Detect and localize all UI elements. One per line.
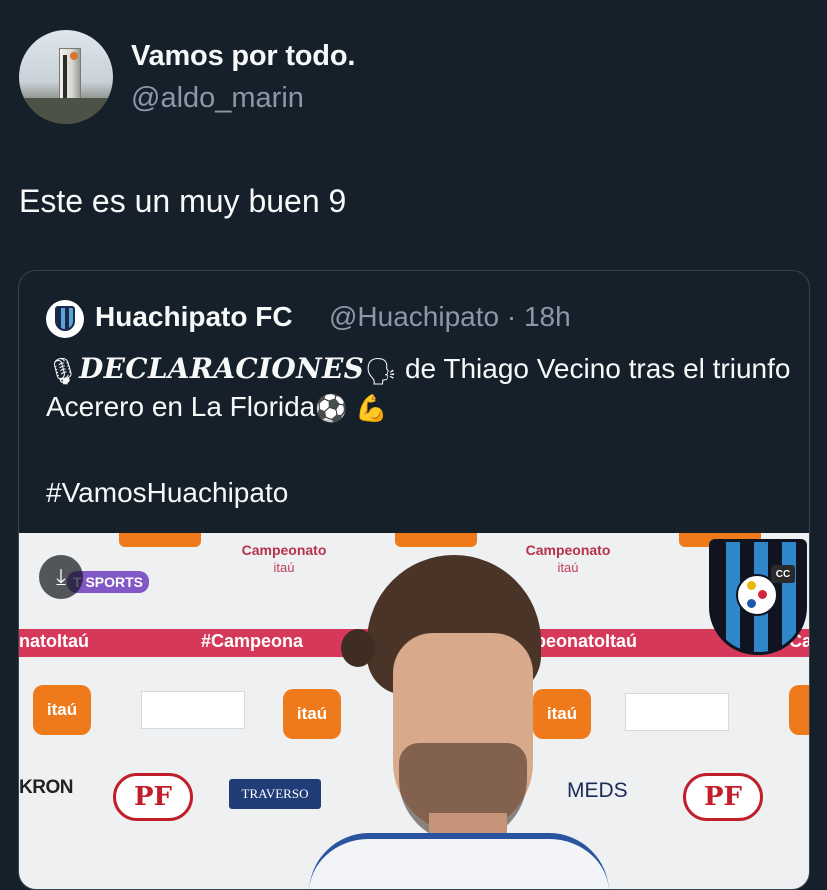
pf-logo: PF <box>113 773 193 821</box>
flexed-biceps-emoji-icon: 💪 <box>355 393 388 424</box>
club-crest-icon <box>55 306 75 331</box>
tweet-text: Este es un muy buen 9 <box>19 183 347 219</box>
closed-captions-badge: CC <box>771 565 795 583</box>
declaraciones-text: DECLARACIONES <box>79 352 365 385</box>
author-avatar[interactable] <box>19 30 113 124</box>
band-text: natoItaú <box>19 631 89 651</box>
campeonato-itau-sign: Campeonato itaú <box>241 542 327 575</box>
tweet: Vamos por todo. @aldo_marin Este es un m… <box>0 0 827 890</box>
author-display-name[interactable]: Vamos por todo. <box>131 40 355 73</box>
microphone-emoji-icon: 🎙 <box>46 355 80 386</box>
itau-logo-top <box>395 533 477 547</box>
campeonato-badge <box>141 691 245 729</box>
quoted-author-display-name[interactable]: Huachipato FC <box>95 301 293 333</box>
soccer-ball-emoji-icon: ⚽ <box>315 393 348 424</box>
campeonato-itau-sign: Campeonato itaú <box>525 542 611 575</box>
quoted-author-avatar[interactable] <box>46 300 84 338</box>
quoted-tweet-text: 🎙DECLARACIONES🗣 de Thiago Vecino tras el… <box>46 351 796 426</box>
campeonato-badge <box>625 693 729 731</box>
meds-logo: MEDS <box>567 779 628 802</box>
itau-logo: itaú <box>533 689 591 739</box>
speaking-head-emoji-icon: 🗣 <box>364 355 398 386</box>
download-icon[interactable]: ⤓ <box>39 555 83 599</box>
quoted-tweet-card[interactable]: Huachipato FC @Huachipato · 18h 🎙DECLARA… <box>18 270 810 890</box>
band-text: #Campeona <box>201 631 304 651</box>
traverso-logo: TRAVERSO <box>229 779 321 809</box>
itau-logo: itaú <box>33 685 91 735</box>
huachipato-crest-image <box>709 539 807 655</box>
kron-logo: KRON <box>19 777 73 798</box>
hashtag[interactable]: #VamosHuachipato <box>46 477 288 509</box>
video-thumbnail[interactable]: Campeonato itaú Campeonato itaú natoItaú… <box>19 533 809 889</box>
pf-logo: PF <box>683 773 763 821</box>
itau-logo-top <box>119 533 201 547</box>
itau-logo: itaú <box>283 689 341 739</box>
quoted-author-handle-and-time[interactable]: @Huachipato · 18h <box>329 301 571 333</box>
author-handle[interactable]: @aldo_marin <box>131 82 304 115</box>
itau-logo: it <box>789 685 809 735</box>
